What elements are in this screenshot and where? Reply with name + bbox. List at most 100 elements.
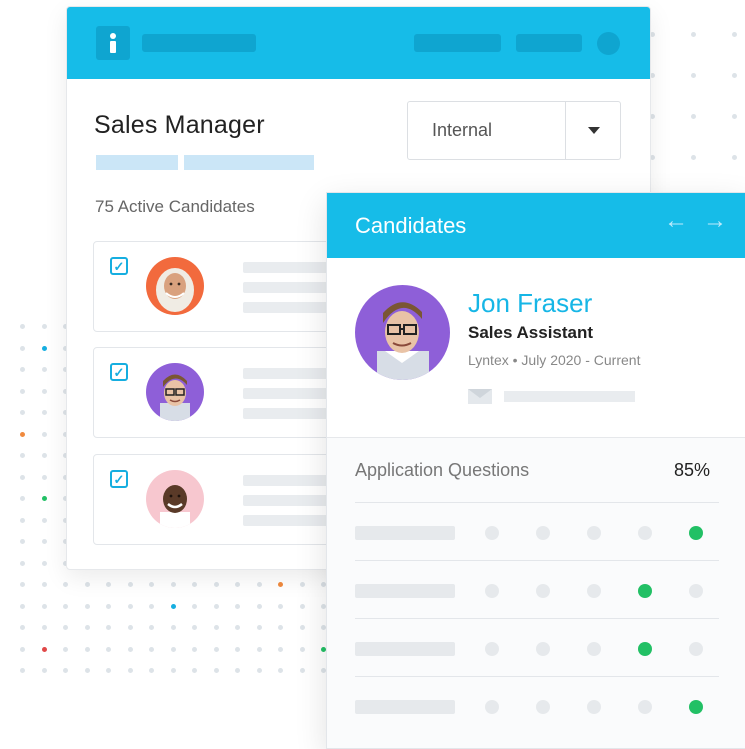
decorative-dot bbox=[732, 114, 737, 119]
decorative-dot bbox=[41, 474, 47, 480]
decorative-dot bbox=[732, 32, 737, 37]
decorative-dot bbox=[20, 625, 25, 630]
rating-dot[interactable] bbox=[638, 700, 652, 714]
decorative-dot bbox=[213, 625, 219, 630]
decorative-dot bbox=[235, 625, 240, 630]
decorative-dot bbox=[41, 668, 47, 673]
rating-dot[interactable] bbox=[638, 584, 652, 598]
decorative-dot bbox=[106, 668, 111, 673]
email-placeholder bbox=[504, 391, 635, 402]
decorative-dot bbox=[235, 646, 240, 652]
decorative-dot bbox=[106, 646, 111, 652]
decorative-dot bbox=[41, 388, 47, 394]
decorative-dot bbox=[170, 603, 176, 609]
rating-dot[interactable] bbox=[485, 584, 499, 598]
decorative-dot bbox=[691, 114, 696, 119]
topbar-nav-placeholder[interactable] bbox=[414, 34, 501, 52]
rating-dot[interactable] bbox=[536, 584, 550, 598]
decorative-dot bbox=[84, 603, 90, 609]
decorative-dot bbox=[84, 646, 90, 652]
question-placeholder bbox=[355, 526, 455, 540]
decorative-dot bbox=[41, 560, 47, 566]
decorative-dot bbox=[170, 668, 176, 673]
candidate-name[interactable]: Jon Fraser bbox=[468, 288, 592, 319]
decorative-dot bbox=[106, 625, 111, 630]
question-placeholder bbox=[355, 700, 455, 714]
decorative-dot bbox=[299, 625, 305, 630]
candidate-role: Sales Assistant bbox=[468, 323, 594, 342]
decorative-dot bbox=[192, 646, 197, 652]
question-row bbox=[355, 502, 719, 561]
arrow-left-icon[interactable]: ← bbox=[664, 209, 688, 233]
decorative-dot bbox=[84, 625, 90, 630]
job-title: Sales Manager bbox=[94, 111, 265, 139]
candidate-checkbox[interactable]: ✓ bbox=[110, 257, 128, 275]
decorative-dot bbox=[278, 646, 283, 652]
decorative-dot bbox=[63, 582, 68, 587]
rating-dot[interactable] bbox=[536, 700, 550, 714]
chevron-down-icon[interactable] bbox=[588, 127, 600, 134]
rating-dot[interactable] bbox=[536, 642, 550, 656]
candidate-checkbox[interactable]: ✓ bbox=[110, 363, 128, 381]
decorative-dot bbox=[63, 625, 68, 630]
decorative-dot bbox=[41, 324, 47, 329]
decorative-dot bbox=[299, 646, 305, 652]
decorative-dot bbox=[20, 367, 25, 372]
decorative-dot bbox=[213, 582, 219, 587]
app-logo-icon[interactable] bbox=[96, 26, 130, 60]
rating-dot[interactable] bbox=[638, 526, 652, 540]
rating-dot[interactable] bbox=[689, 526, 703, 540]
decorative-dot bbox=[256, 646, 262, 652]
decorative-dot bbox=[278, 668, 283, 673]
topbar-nav-placeholder[interactable] bbox=[516, 34, 582, 52]
decorative-dot bbox=[235, 603, 240, 609]
rating-dot[interactable] bbox=[587, 526, 601, 540]
decorative-dot bbox=[256, 603, 262, 609]
decorative-dot bbox=[170, 625, 176, 630]
candidate-checkbox[interactable]: ✓ bbox=[110, 470, 128, 488]
decorative-dot bbox=[732, 73, 737, 78]
decorative-dot bbox=[41, 496, 47, 501]
avatar bbox=[146, 470, 204, 528]
questions-score: 85% bbox=[674, 460, 711, 480]
decorative-dot bbox=[235, 668, 240, 673]
source-select[interactable]: Internal bbox=[407, 101, 621, 160]
rating-dot[interactable] bbox=[485, 700, 499, 714]
rating-dot[interactable] bbox=[689, 584, 703, 598]
decorative-dot bbox=[149, 582, 154, 587]
rating-dot[interactable] bbox=[587, 642, 601, 656]
decorative-dot bbox=[20, 517, 25, 523]
rating-dot[interactable] bbox=[587, 700, 601, 714]
decorative-dot bbox=[41, 367, 47, 372]
decorative-dot bbox=[20, 431, 25, 437]
decorative-dot bbox=[41, 410, 47, 415]
decorative-dot bbox=[106, 582, 111, 587]
panel-header: Candidates ← → bbox=[327, 193, 745, 258]
user-avatar[interactable] bbox=[597, 32, 620, 55]
rating-dot[interactable] bbox=[689, 700, 703, 714]
avatar bbox=[146, 363, 204, 421]
decorative-dot bbox=[84, 582, 90, 587]
decorative-dot bbox=[256, 582, 262, 587]
decorative-dot bbox=[213, 646, 219, 652]
decorative-dot bbox=[691, 73, 696, 78]
decorative-dot bbox=[20, 345, 25, 351]
rating-dot[interactable] bbox=[485, 526, 499, 540]
decorative-dot bbox=[106, 603, 111, 609]
decorative-dot bbox=[84, 668, 90, 673]
decorative-dot bbox=[149, 646, 154, 652]
decorative-dot bbox=[192, 668, 197, 673]
mail-icon[interactable] bbox=[468, 389, 492, 404]
rating-dot[interactable] bbox=[485, 642, 499, 656]
rating-dot[interactable] bbox=[587, 584, 601, 598]
decorative-dot bbox=[213, 668, 219, 673]
rating-dot[interactable] bbox=[536, 526, 550, 540]
tag-placeholder bbox=[184, 155, 314, 170]
arrow-right-icon[interactable]: → bbox=[703, 209, 727, 233]
rating-dot[interactable] bbox=[638, 642, 652, 656]
rating-dot[interactable] bbox=[689, 642, 703, 656]
question-row bbox=[355, 618, 719, 677]
decorative-dot bbox=[20, 582, 25, 587]
decorative-dot bbox=[20, 603, 25, 609]
decorative-dot bbox=[41, 646, 47, 652]
